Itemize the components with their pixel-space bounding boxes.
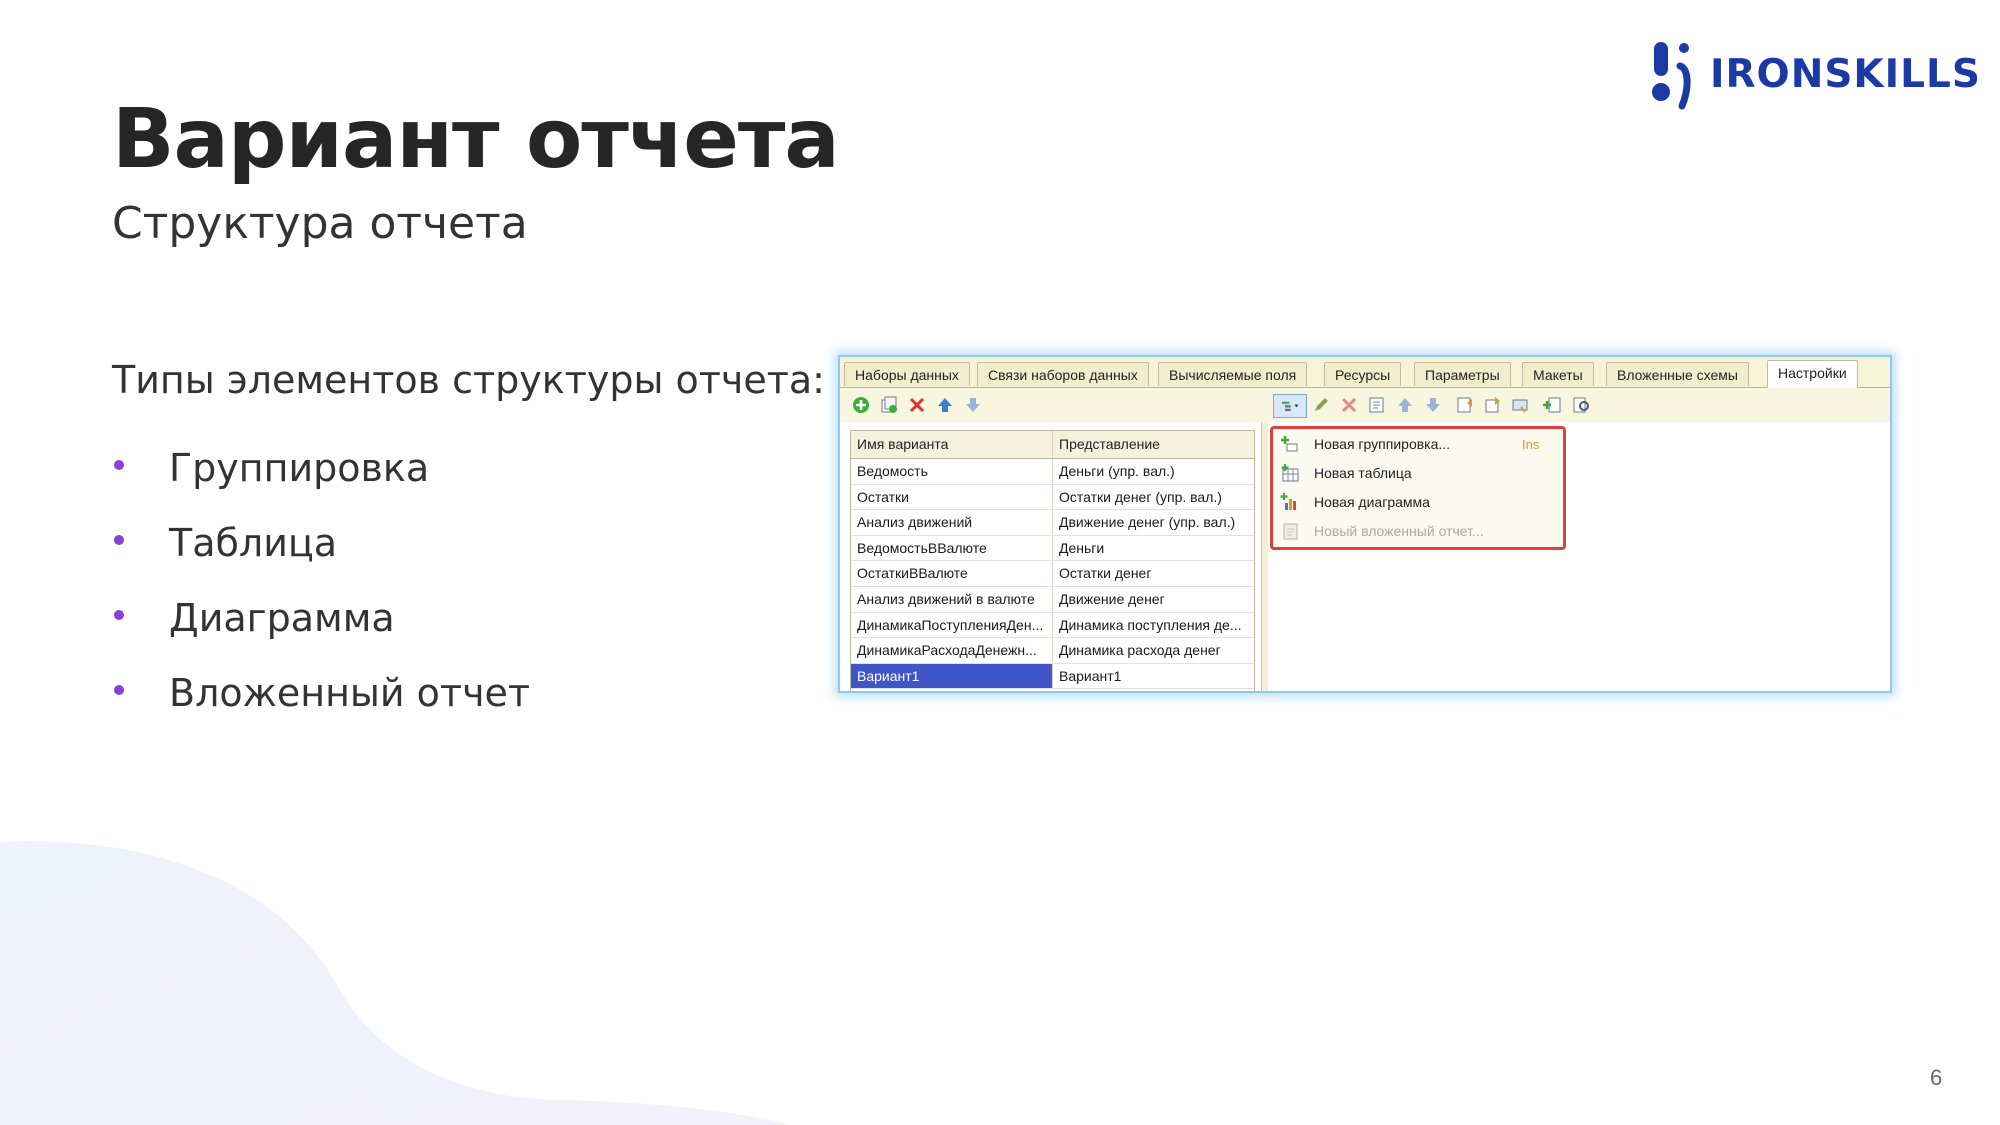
add-structure-menu: Новая группировка... Ins Новая таблица Н… bbox=[1270, 426, 1566, 550]
cell-variant-name: Анализ движений bbox=[851, 510, 1053, 535]
menu-item-label: Новая группировка... bbox=[1314, 436, 1451, 452]
settings-icon[interactable] bbox=[1510, 394, 1532, 416]
cell-variant-name: Вариант1 bbox=[851, 663, 1053, 689]
ironskills-logo-icon bbox=[1652, 42, 1691, 110]
cell-presentation: Движение денег (упр. вал.) bbox=[1059, 514, 1236, 531]
bullet-item: Группировка bbox=[112, 430, 530, 505]
add-icon[interactable] bbox=[850, 394, 872, 416]
bullet-item: Диаграмма bbox=[112, 580, 530, 655]
table-row[interactable]: Анализ движений в валюте Движение денег bbox=[851, 586, 1254, 613]
table-row[interactable]: Анализ движений Движение денег (упр. вал.… bbox=[851, 510, 1254, 536]
column-header-presentation[interactable]: Представление bbox=[1053, 431, 1254, 458]
properties-icon[interactable] bbox=[1366, 394, 1388, 416]
tab-bar: Наборы данных Связи наборов данных Вычис… bbox=[840, 357, 1890, 388]
menu-item-new-chart[interactable]: Новая диаграмма bbox=[1273, 488, 1563, 516]
bullet-text: Вложенный отчет bbox=[169, 670, 531, 715]
variants-table: Имя варианта Представление Ведомость День… bbox=[850, 430, 1255, 691]
cell-variant-name: ДинамикаПоступленияДен... bbox=[851, 612, 1053, 638]
cell-variant-name: Анализ движений в валюте bbox=[851, 586, 1053, 612]
table-row[interactable]: ОстаткиВВалюте Остатки денег bbox=[851, 561, 1254, 587]
delete-icon[interactable] bbox=[906, 394, 928, 416]
column-header-variant-name[interactable]: Имя варианта bbox=[851, 431, 1053, 458]
menu-item-label: Новый вложенный отчет... bbox=[1314, 523, 1484, 539]
table-row[interactable]: Остатки Остатки денег (упр. вал.) bbox=[851, 484, 1254, 511]
cell-variant-name: ОстаткиВВалюте bbox=[851, 561, 1053, 586]
new-nested-report-icon bbox=[1279, 520, 1301, 542]
tab-data-set-links[interactable]: Связи наборов данных bbox=[977, 362, 1149, 386]
table-row[interactable]: ВедомостьВВалюте Деньги bbox=[851, 535, 1254, 562]
cell-presentation: Движение денег bbox=[1059, 590, 1165, 607]
table-row[interactable]: ДинамикаРасходаДенежн... Динамика расхода… bbox=[851, 638, 1254, 664]
lead-text: Типы элементов структуры отчета: bbox=[112, 358, 825, 402]
cell-presentation: Остатки денег (упр. вал.) bbox=[1059, 488, 1222, 505]
tab-calculated-fields[interactable]: Вычисляемые поля bbox=[1158, 362, 1308, 386]
menu-item-shortcut: Ins bbox=[1522, 436, 1540, 452]
cell-presentation: Остатки денег bbox=[1059, 565, 1152, 582]
bullet-text: Диаграмма bbox=[169, 595, 395, 640]
group-icon[interactable] bbox=[1454, 394, 1476, 416]
menu-item-new-grouping[interactable]: Новая группировка... Ins bbox=[1273, 430, 1563, 458]
delete-icon[interactable] bbox=[1338, 394, 1360, 416]
cell-variant-name: Остатки bbox=[851, 484, 1053, 510]
page-number: 6 bbox=[1930, 1065, 1943, 1090]
cell-presentation: Вариант1 bbox=[1059, 667, 1122, 684]
bullet-dot-icon bbox=[114, 685, 124, 695]
bullet-text: Группировка bbox=[169, 445, 430, 490]
tab-layouts[interactable]: Макеты bbox=[1522, 362, 1594, 386]
page-title: Вариант отчета bbox=[112, 92, 840, 187]
brand-logo: IRONSKILLS bbox=[1650, 38, 1981, 110]
table-row-selected[interactable]: Вариант1 Вариант1 bbox=[851, 663, 1254, 690]
table-header: Имя варианта Представление bbox=[851, 431, 1254, 459]
menu-item-label: Новая диаграмма bbox=[1314, 494, 1430, 510]
menu-item-new-nested-report[interactable]: Новый вложенный отчет... bbox=[1273, 517, 1563, 545]
new-chart-icon bbox=[1279, 491, 1301, 513]
cell-presentation: Динамика поступления де... bbox=[1059, 616, 1242, 633]
tab-data-sets[interactable]: Наборы данных bbox=[844, 362, 970, 386]
move-down-icon[interactable] bbox=[1422, 394, 1444, 416]
menu-item-label: Новая таблица bbox=[1314, 465, 1412, 481]
bullet-list: Группировка Таблица Диаграмма Вложенный … bbox=[112, 430, 530, 730]
tab-parameters[interactable]: Параметры bbox=[1414, 362, 1511, 386]
bullet-item: Вложенный отчет bbox=[112, 655, 530, 730]
add-structure-dropdown-icon[interactable] bbox=[1273, 394, 1307, 418]
cell-presentation: Деньги (упр. вал.) bbox=[1059, 463, 1175, 479]
new-grouping-icon bbox=[1279, 433, 1301, 455]
move-down-icon[interactable] bbox=[962, 394, 984, 416]
brand-name: IRONSKILLS bbox=[1710, 51, 1981, 97]
ungroup-icon[interactable] bbox=[1482, 394, 1504, 416]
tab-nested-schemas[interactable]: Вложенные схемы bbox=[1606, 362, 1749, 386]
page-subtitle: Структура отчета bbox=[112, 198, 528, 249]
cell-variant-name: Ведомость bbox=[851, 459, 1053, 484]
cell-presentation: Деньги bbox=[1059, 539, 1105, 556]
toolbar bbox=[840, 388, 1890, 422]
report-schema-window: Наборы данных Связи наборов данных Вычис… bbox=[838, 355, 1892, 693]
table-row[interactable]: ДинамикаПоступленияДен... Динамика поступ… bbox=[851, 612, 1254, 639]
cell-variant-name: ДинамикаРасходаДенежн... bbox=[851, 638, 1053, 663]
cell-presentation: Динамика расхода денег bbox=[1059, 642, 1221, 659]
bullet-dot-icon bbox=[114, 460, 124, 470]
copy-icon[interactable] bbox=[878, 394, 900, 416]
menu-item-new-table[interactable]: Новая таблица bbox=[1273, 459, 1563, 487]
add-field-icon[interactable] bbox=[1542, 394, 1564, 416]
new-table-icon bbox=[1279, 462, 1301, 484]
table-row[interactable]: Ведомость Деньги (упр. вал.) bbox=[851, 459, 1254, 485]
move-up-icon[interactable] bbox=[1394, 394, 1416, 416]
move-up-icon[interactable] bbox=[934, 394, 956, 416]
tab-resources[interactable]: Ресурсы bbox=[1324, 362, 1402, 386]
find-icon[interactable] bbox=[1570, 394, 1592, 416]
tab-settings[interactable]: Настройки bbox=[1767, 360, 1858, 388]
bullet-text: Таблица bbox=[169, 520, 338, 565]
edit-icon[interactable] bbox=[1310, 394, 1332, 416]
bullet-item: Таблица bbox=[112, 505, 530, 580]
bullet-dot-icon bbox=[114, 535, 124, 545]
cell-variant-name: ВедомостьВВалюте bbox=[851, 535, 1053, 561]
bullet-dot-icon bbox=[114, 610, 124, 620]
